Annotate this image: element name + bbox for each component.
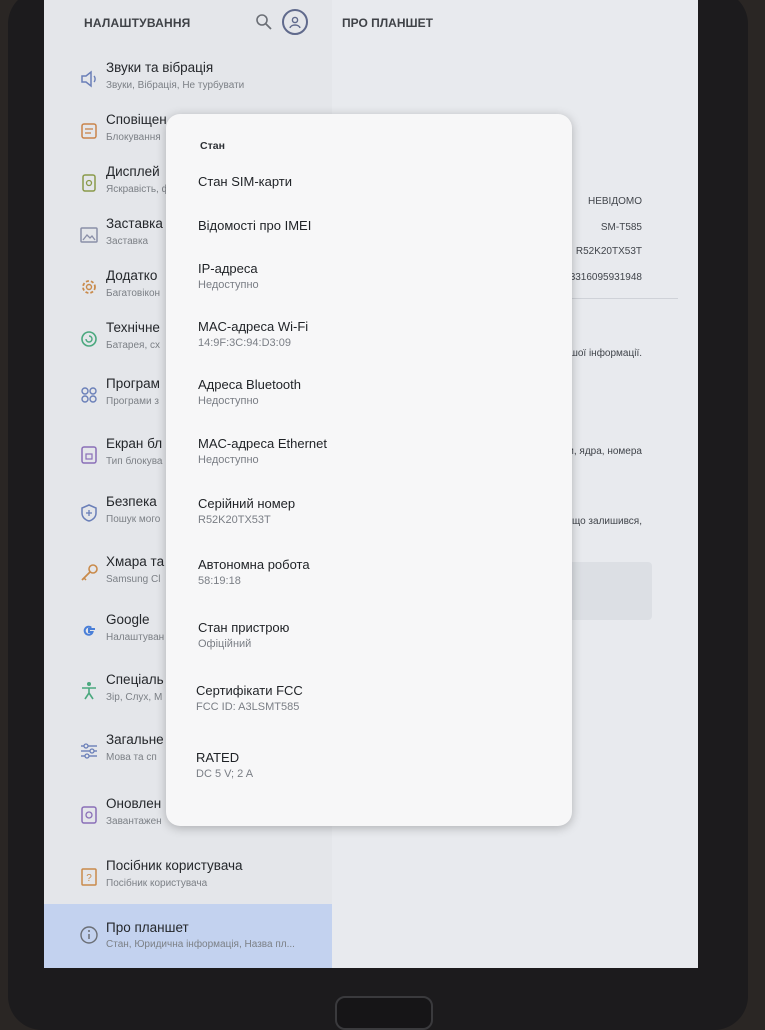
update-icon [78,804,100,826]
menu-item-subtitle: Зір, Слух, М [106,692,163,703]
menu-item-subtitle: Завантажен [106,816,162,827]
dialog-item-title: RATED [196,750,240,765]
dialog-item-title: Сертифікати FCC [196,683,303,698]
menu-item-subtitle: Блокування [106,132,161,143]
menu-item-title: Оновлен [106,796,162,811]
google-icon [78,620,100,642]
dialog-item-fcc-certificates[interactable]: Сертифікати FCC FCC ID: A3LSMT585 [196,683,303,713]
help-icon: ? [78,866,100,888]
wallpaper-icon [78,224,100,246]
settings-header: НАЛАШТУВАННЯ [44,0,332,46]
dialog-item-value: Недоступно [198,279,259,291]
menu-item-title: Посібник користувача [106,858,243,873]
menu-item-subtitle: Налаштуван [106,632,165,643]
dialog-item-value: Недоступно [198,395,259,407]
menu-item-title: Загальне [106,732,164,747]
dialog-item-title: Автономна робота [198,557,310,572]
dialog-item-value: Недоступно [198,454,259,466]
dialog-item-value: DC 5 V; 2 A [196,768,254,780]
accessibility-icon [78,680,100,702]
menu-item-subtitle: Пошук мого [106,514,161,525]
gear-plus-icon [78,276,100,298]
dialog-item-value: Офіційний [198,638,252,650]
menu-item-title: Хмара та [106,554,165,569]
menu-item-title: Програм [106,376,160,391]
menu-item-title: Заставка [106,216,163,231]
menu-item-title: Сповіщен [106,112,167,127]
menu-item-title: Додатко [106,268,158,283]
action-box[interactable] [562,562,652,620]
menu-item-title: Звуки та вібрація [106,60,214,75]
shield-icon [78,502,100,524]
menu-item-title: Дисплей [106,164,160,179]
model-value: SM-T585 [600,222,642,233]
menu-item-subtitle: Посібник користувача [106,878,208,889]
dialog-item-uptime[interactable]: Автономна робота 58:19:18 [198,557,310,587]
menu-item-subtitle: Заставка [106,236,149,247]
settings-title: НАЛАШТУВАННЯ [84,16,191,30]
dialog-item-bluetooth-address[interactable]: Адреса Bluetooth Недоступно [198,377,301,407]
apps-icon [78,384,100,406]
notification-icon [78,120,100,142]
device-care-icon [78,328,100,350]
menu-item-subtitle: Samsung Cl [106,574,161,585]
search-icon[interactable] [254,12,274,32]
menu-item-title: Google [106,612,150,627]
info-icon [78,924,100,946]
menu-item-title: Про планшет [106,920,189,935]
status-dialog: Стан Стан SIM-карти Відомості про IMEI I… [166,114,572,826]
dialog-item-ethernet-mac[interactable]: MAC-адреса Ethernet Недоступно [198,436,327,466]
menu-item-subtitle: Мова та сп [106,752,157,763]
dialog-item-title: Стан пристрою [198,620,290,635]
menu-item-title: Спеціаль [106,672,164,687]
sliders-icon [78,740,100,762]
dialog-item-title: Адреса Bluetooth [198,377,301,392]
menu-item-subtitle: Багатовікон [106,288,161,299]
menu-item-title: Безпека [106,494,157,509]
dialog-item-value: 58:19:18 [198,575,241,587]
imei-value: 3316095931948 [569,272,642,283]
menu-item-subtitle: Тип блокува [106,456,163,467]
dialog-item-title: Відомості про IMEI [198,218,312,233]
dialog-title: Стан [200,140,225,152]
dialog-item-title: Серійний номер [198,496,296,511]
dialog-item-sim-status[interactable]: Стан SIM-карти [198,174,292,189]
dialog-item-title: MAC-адреса Wi-Fi [198,319,309,334]
dialog-item-imei[interactable]: Відомості про IMEI [198,218,311,233]
menu-item-about-tablet[interactable]: Про планшет Стан, Юридична інформація, Н… [44,904,332,968]
display-icon [78,172,100,194]
dialog-item-value: R52K20TX53T [198,514,271,526]
menu-item-subtitle: Яскравість, ф [106,184,170,195]
about-tablet-title: ПРО ПЛАНШЕТ [342,16,433,30]
menu-item-subtitle: Звуки, Вібрація, Не турбувати [106,80,245,91]
dialog-item-device-status[interactable]: Стан пристрою Офіційний [198,620,289,650]
menu-item-user-manual[interactable]: ? Посібник користувача Посібник користув… [44,850,332,906]
dialog-item-title: Стан SIM-карти [198,174,293,189]
menu-item-title: Технічне [106,320,160,335]
lock-icon [78,444,100,466]
speaker-icon [78,68,100,90]
dialog-item-title: MAC-адреса Ethernet [198,436,327,451]
menu-item-subtitle: Програми з [106,396,159,407]
menu-item-title: Екран бл [106,436,163,451]
dialog-item-value: FCC ID: A3LSMT585 [196,701,300,713]
serial-value: R52K20TX53T [575,246,642,257]
menu-item-subtitle: Стан, Юридична інформація, Назва пл... [106,939,295,950]
home-button[interactable] [335,996,433,1030]
dialog-item-value: 14:9F:3C:94:D3:09 [198,337,291,349]
menu-item-subtitle: Батарея, сх [106,340,161,351]
dialog-item-serial-number[interactable]: Серійний номер R52K20TX53T [198,496,295,526]
status-value: НЕВІДОМО [588,196,642,207]
dialog-item-ip-address[interactable]: IP-адреса Недоступно [198,261,259,291]
key-icon [78,562,100,584]
account-icon[interactable] [282,9,308,35]
svg-text:?: ? [86,873,92,884]
menu-item-sounds[interactable]: Звуки та вібрація Звуки, Вібрація, Не ту… [44,52,332,108]
dialog-item-rated[interactable]: RATED DC 5 V; 2 A [196,750,253,780]
dialog-item-wifi-mac[interactable]: MAC-адреса Wi-Fi 14:9F:3C:94:D3:09 [198,319,308,349]
dialog-item-title: IP-адреса [198,261,258,276]
